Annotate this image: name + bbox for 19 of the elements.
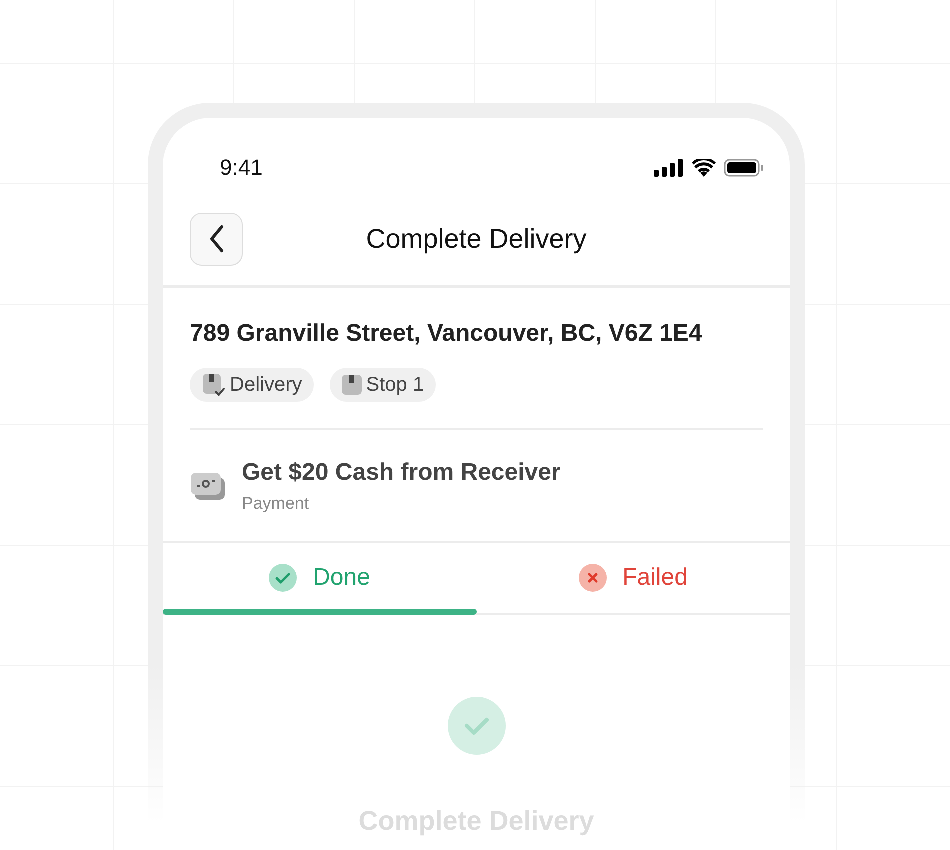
task-title: Get $20 Cash from Receiver bbox=[242, 458, 561, 488]
clock-time: 9:41 bbox=[220, 154, 263, 182]
tag-chip: Delivery bbox=[190, 368, 314, 402]
battery-icon bbox=[724, 158, 764, 176]
task-subtitle: Payment bbox=[242, 493, 310, 515]
package-check-icon bbox=[202, 373, 226, 397]
tab[interactable]: Done bbox=[163, 542, 476, 612]
signal-icon bbox=[654, 158, 684, 176]
back-icon bbox=[208, 225, 224, 253]
check-icon bbox=[269, 564, 298, 592]
screen-title: Complete Delivery bbox=[365, 222, 588, 256]
tab[interactable]: Failed bbox=[476, 542, 790, 612]
success-check-icon bbox=[448, 696, 506, 754]
close-icon bbox=[578, 564, 607, 592]
address-text: 789 Granville Street, Vancouver, BC, V6Z 1E4 bbox=[190, 319, 704, 349]
back-button[interactable] bbox=[190, 212, 243, 266]
tag-chip: Stop 1 bbox=[330, 368, 436, 402]
package-icon bbox=[342, 374, 362, 396]
wifi-icon bbox=[692, 158, 716, 176]
